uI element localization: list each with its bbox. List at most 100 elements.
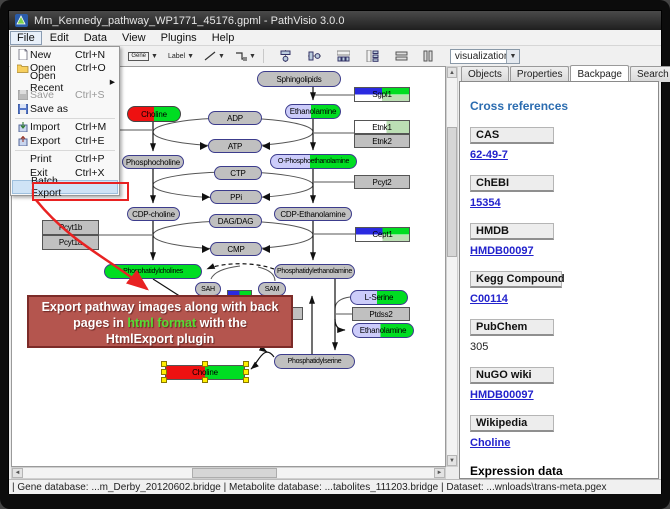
- node-choline-top[interactable]: Choline: [127, 106, 181, 122]
- connector-tool-button[interactable]: ▼: [232, 48, 259, 65]
- xref-section-pubchem: PubChem 305: [470, 319, 658, 353]
- node-pcyt2[interactable]: Pcyt2: [354, 175, 410, 189]
- selection-handle[interactable]: [202, 361, 208, 367]
- xref-link[interactable]: 15354: [470, 197, 501, 209]
- node-cept1[interactable]: Cept1: [355, 227, 410, 242]
- visualization-dropdown-icon[interactable]: ▼: [506, 50, 519, 63]
- callout-line3: HtmlExport plugin: [29, 331, 291, 347]
- menu-data[interactable]: Data: [77, 31, 114, 45]
- selection-handle[interactable]: [243, 377, 249, 383]
- menu-item-save-as[interactable]: Save as: [12, 102, 118, 116]
- xref-database-name: HMDB: [470, 223, 554, 240]
- xref-link[interactable]: C00114: [470, 293, 508, 305]
- pathvisio-window: Mm_Kennedy_pathway_WP1771_45176.gpml - P…: [8, 10, 662, 494]
- node-pcyt1b[interactable]: Pcyt1b: [42, 220, 99, 235]
- scroll-left-icon[interactable]: ◄: [12, 468, 23, 478]
- tab-backpage[interactable]: Backpage: [570, 65, 628, 81]
- menu-bar: File Edit Data View Plugins Help: [9, 30, 661, 46]
- node-pcyt1a[interactable]: Pcyt1a: [42, 235, 99, 250]
- selection-handle[interactable]: [161, 361, 167, 367]
- node-sphingolipids[interactable]: Sphingolipids: [257, 71, 341, 87]
- add-datanode-button[interactable]: Gene▼: [125, 48, 161, 65]
- xref-database-name: NuGO wiki: [470, 367, 554, 384]
- xref-link[interactable]: 62-49-7: [470, 149, 508, 161]
- menu-item-print[interactable]: PrintCtrl+P: [12, 153, 118, 167]
- node-atp[interactable]: ATP: [208, 139, 262, 153]
- xref-value: 305: [470, 341, 658, 353]
- node-ethanolamine-bottom[interactable]: Ethanolamine: [352, 323, 414, 338]
- menu-view[interactable]: View: [115, 31, 153, 45]
- selection-handle[interactable]: [161, 369, 167, 375]
- menu-edit[interactable]: Edit: [43, 31, 76, 45]
- callout-highlight: html format: [127, 316, 196, 330]
- node-cdp-choline[interactable]: CDP-choline: [127, 207, 180, 221]
- connector-icon: [235, 51, 247, 61]
- scroll-right-icon[interactable]: ►: [434, 468, 445, 478]
- node-sgpl1[interactable]: Sgpl1: [354, 87, 410, 102]
- node-phosphocholine[interactable]: Phosphocholine: [122, 155, 184, 169]
- selection-handle[interactable]: [202, 377, 208, 383]
- node-l-serine[interactable]: L-Serine: [350, 290, 408, 305]
- horizontal-scroll-thumb[interactable]: [192, 468, 277, 478]
- xref-section-chebi: ChEBI 15354: [470, 175, 658, 209]
- align-center-y-button[interactable]: [305, 48, 324, 65]
- horizontal-scrollbar[interactable]: ◄ ►: [11, 467, 446, 479]
- node-sah[interactable]: SAH: [195, 282, 221, 296]
- node-phosphatidylethanolamine[interactable]: Phosphatidylethanolamine: [274, 264, 355, 279]
- common-width-button[interactable]: [392, 48, 411, 65]
- scroll-up-icon[interactable]: ▲: [447, 67, 457, 78]
- menu-plugins[interactable]: Plugins: [154, 31, 204, 45]
- node-phosphatidylcholines[interactable]: Phosphatidylcholines: [104, 264, 202, 279]
- node-ctp[interactable]: CTP: [214, 166, 262, 180]
- menu-file[interactable]: File: [10, 31, 42, 45]
- node-etnk2[interactable]: Etnk2: [354, 134, 410, 148]
- xref-link[interactable]: HMDB00097: [470, 245, 534, 257]
- xref-link[interactable]: Choline: [470, 437, 510, 449]
- cross-references-heading: Cross references: [470, 99, 658, 113]
- selection-handle[interactable]: [243, 369, 249, 375]
- file-menu: NewCtrl+N OpenCtrl+O Open Recent▸ SaveCt…: [10, 46, 120, 196]
- tab-objects[interactable]: Objects: [461, 66, 509, 82]
- node-phosphatidylserine[interactable]: Phosphatidylserine: [274, 354, 355, 369]
- node-sam[interactable]: SAM: [258, 282, 286, 296]
- selection-handle[interactable]: [161, 377, 167, 383]
- vertical-scroll-thumb[interactable]: [447, 127, 457, 257]
- menu-item-save[interactable]: SaveCtrl+S: [12, 89, 118, 103]
- batch-export-highlight-box: [32, 182, 129, 201]
- export-icon: [15, 136, 30, 146]
- node-cmp[interactable]: CMP: [210, 242, 262, 256]
- vertical-scrollbar[interactable]: ▲ ▼: [446, 66, 458, 467]
- menu-item-open-recent[interactable]: Open Recent▸: [12, 75, 118, 89]
- menu-item-new[interactable]: NewCtrl+N: [12, 48, 118, 62]
- node-adp[interactable]: ADP: [208, 111, 262, 125]
- node-etnk1[interactable]: Etnk1: [354, 120, 410, 134]
- node-ptdss2[interactable]: Ptdss2: [352, 307, 410, 321]
- align-center-x-button[interactable]: [276, 48, 295, 65]
- node-cdp-ethanolamine[interactable]: CDP-Ethanolamine: [274, 207, 352, 221]
- visualization-combobox[interactable]: visualization ▼: [450, 49, 520, 64]
- tab-properties[interactable]: Properties: [510, 66, 570, 82]
- new-document-icon: [15, 49, 30, 60]
- menu-item-export[interactable]: ExportCtrl+E: [12, 134, 118, 148]
- line-tool-button[interactable]: ▼: [201, 48, 228, 65]
- xref-link[interactable]: HMDB00097: [470, 389, 534, 401]
- add-label-button[interactable]: Label▼: [165, 48, 197, 65]
- node-ethanolamine-top[interactable]: Ethanolamine: [285, 104, 341, 119]
- annotation-callout: Export pathway images along with back pa…: [27, 295, 293, 348]
- distribute-vertical-button[interactable]: [363, 48, 382, 65]
- menu-item-import[interactable]: ImportCtrl+M: [12, 121, 118, 135]
- distribute-horizontal-button[interactable]: [334, 48, 353, 65]
- title-bar: Mm_Kennedy_pathway_WP1771_45176.gpml - P…: [9, 11, 661, 30]
- node-ppi[interactable]: PPi: [210, 190, 262, 204]
- line-icon: [204, 51, 216, 61]
- node-choline-bottom-group[interactable]: Choline: [165, 365, 245, 380]
- common-height-button[interactable]: [419, 48, 438, 65]
- open-folder-icon: [15, 63, 30, 73]
- node-dag[interactable]: DAG/DAG: [209, 214, 262, 228]
- node-o-phosphoethanolamine[interactable]: O-Phosphoethanolamine: [270, 154, 357, 169]
- tab-search[interactable]: Search: [630, 66, 670, 82]
- xref-database-name: CAS: [470, 127, 554, 144]
- menu-help[interactable]: Help: [205, 31, 242, 45]
- selection-handle[interactable]: [243, 361, 249, 367]
- scroll-down-icon[interactable]: ▼: [447, 455, 457, 466]
